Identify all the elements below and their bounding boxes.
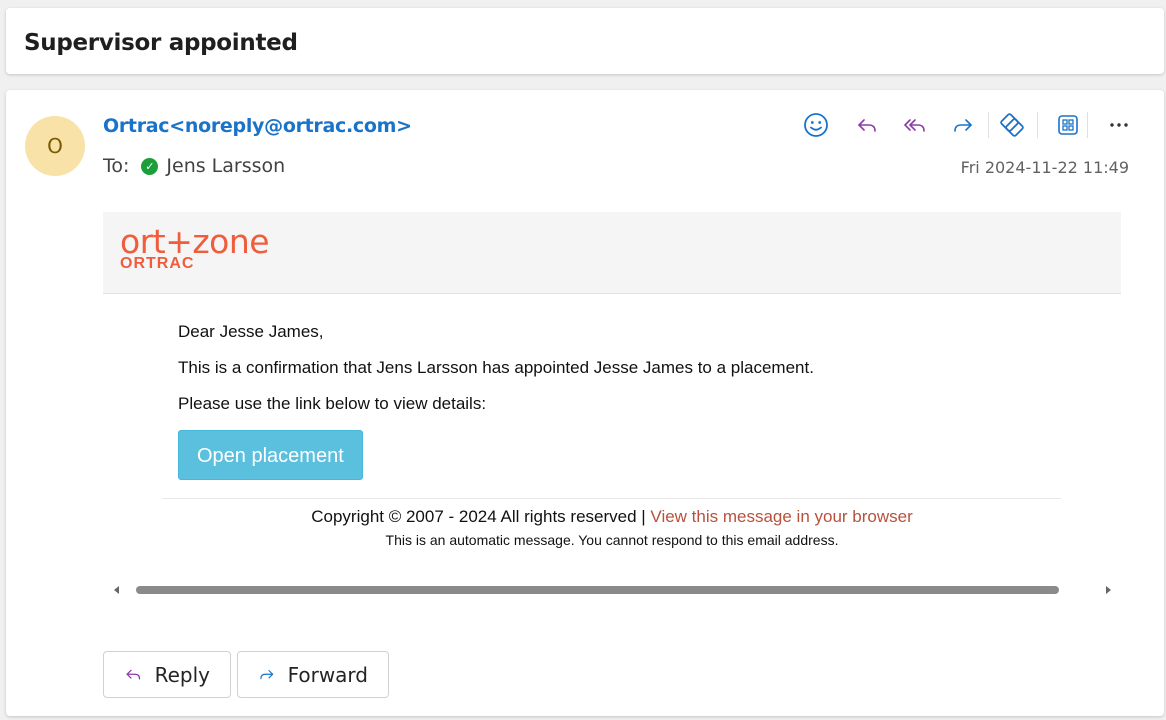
automatic-message-note: This is an automatic message. You cannot… [385, 532, 839, 548]
sender-avatar[interactable]: O [25, 116, 85, 176]
presence-available-icon: ✓ [141, 157, 159, 175]
reply-all-icon[interactable] [898, 108, 932, 142]
reply-icon [126, 669, 141, 679]
toolbar-divider [988, 112, 989, 138]
message-date: Fri 2024-11-22 11:49 [960, 158, 1129, 177]
logo-banner: ort+zone ORTRAC [103, 212, 1121, 294]
to-label: To: [103, 155, 130, 177]
forward-icon [260, 669, 274, 679]
message-card: O Ortrac<noreply@ortrac.com> To: ✓ Jens … [6, 90, 1164, 716]
footer-divider [162, 498, 1061, 499]
body-line-confirmation: This is a confirmation that Jens Larsson… [178, 358, 814, 377]
forward-button-label: Forward [287, 662, 368, 687]
email-body: ort+zone ORTRAC Dear Jesse James, This i… [103, 212, 1121, 548]
recipient-name[interactable]: Jens Larsson [166, 155, 285, 177]
toolbar-divider [1087, 112, 1088, 138]
addin-icon[interactable] [995, 108, 1029, 142]
subject-bar: Supervisor appointed [6, 8, 1164, 74]
scroll-left-icon[interactable] [114, 586, 119, 594]
reply-icon[interactable] [850, 108, 884, 142]
copyright-line: Copyright © 2007 - 2024 All rights reser… [103, 507, 1121, 527]
reply-button-label: Reply [154, 662, 210, 687]
copyright-text: Copyright © 2007 - 2024 All rights reser… [311, 507, 651, 526]
emoji-icon[interactable] [799, 108, 833, 142]
more-icon[interactable] [1102, 108, 1136, 142]
scroll-right-icon[interactable] [1106, 586, 1111, 594]
apps-icon[interactable] [1051, 108, 1085, 142]
body-line-instructions: Please use the link below to view detail… [178, 394, 487, 413]
open-placement-button[interactable]: Open placement [178, 430, 363, 480]
greeting: Dear Jesse James, [178, 322, 324, 341]
email-content: Dear Jesse James, This is a confirmation… [178, 322, 1078, 480]
reply-button[interactable]: Reply [103, 651, 231, 698]
scrollbar-thumb[interactable] [136, 586, 1059, 594]
ortrac-wordmark: ORTRAC [120, 255, 195, 272]
horizontal-scrollbar[interactable] [111, 585, 1111, 599]
forward-button[interactable]: Forward [237, 651, 389, 698]
toolbar-divider [1037, 112, 1038, 138]
view-in-browser-link[interactable]: View this message in your browser [650, 507, 912, 526]
recipient-row: To: ✓ Jens Larsson [103, 155, 285, 177]
email-subject: Supervisor appointed [24, 30, 298, 56]
forward-icon[interactable] [946, 108, 980, 142]
sender-name[interactable]: Ortrac<noreply@ortrac.com> [103, 115, 412, 137]
